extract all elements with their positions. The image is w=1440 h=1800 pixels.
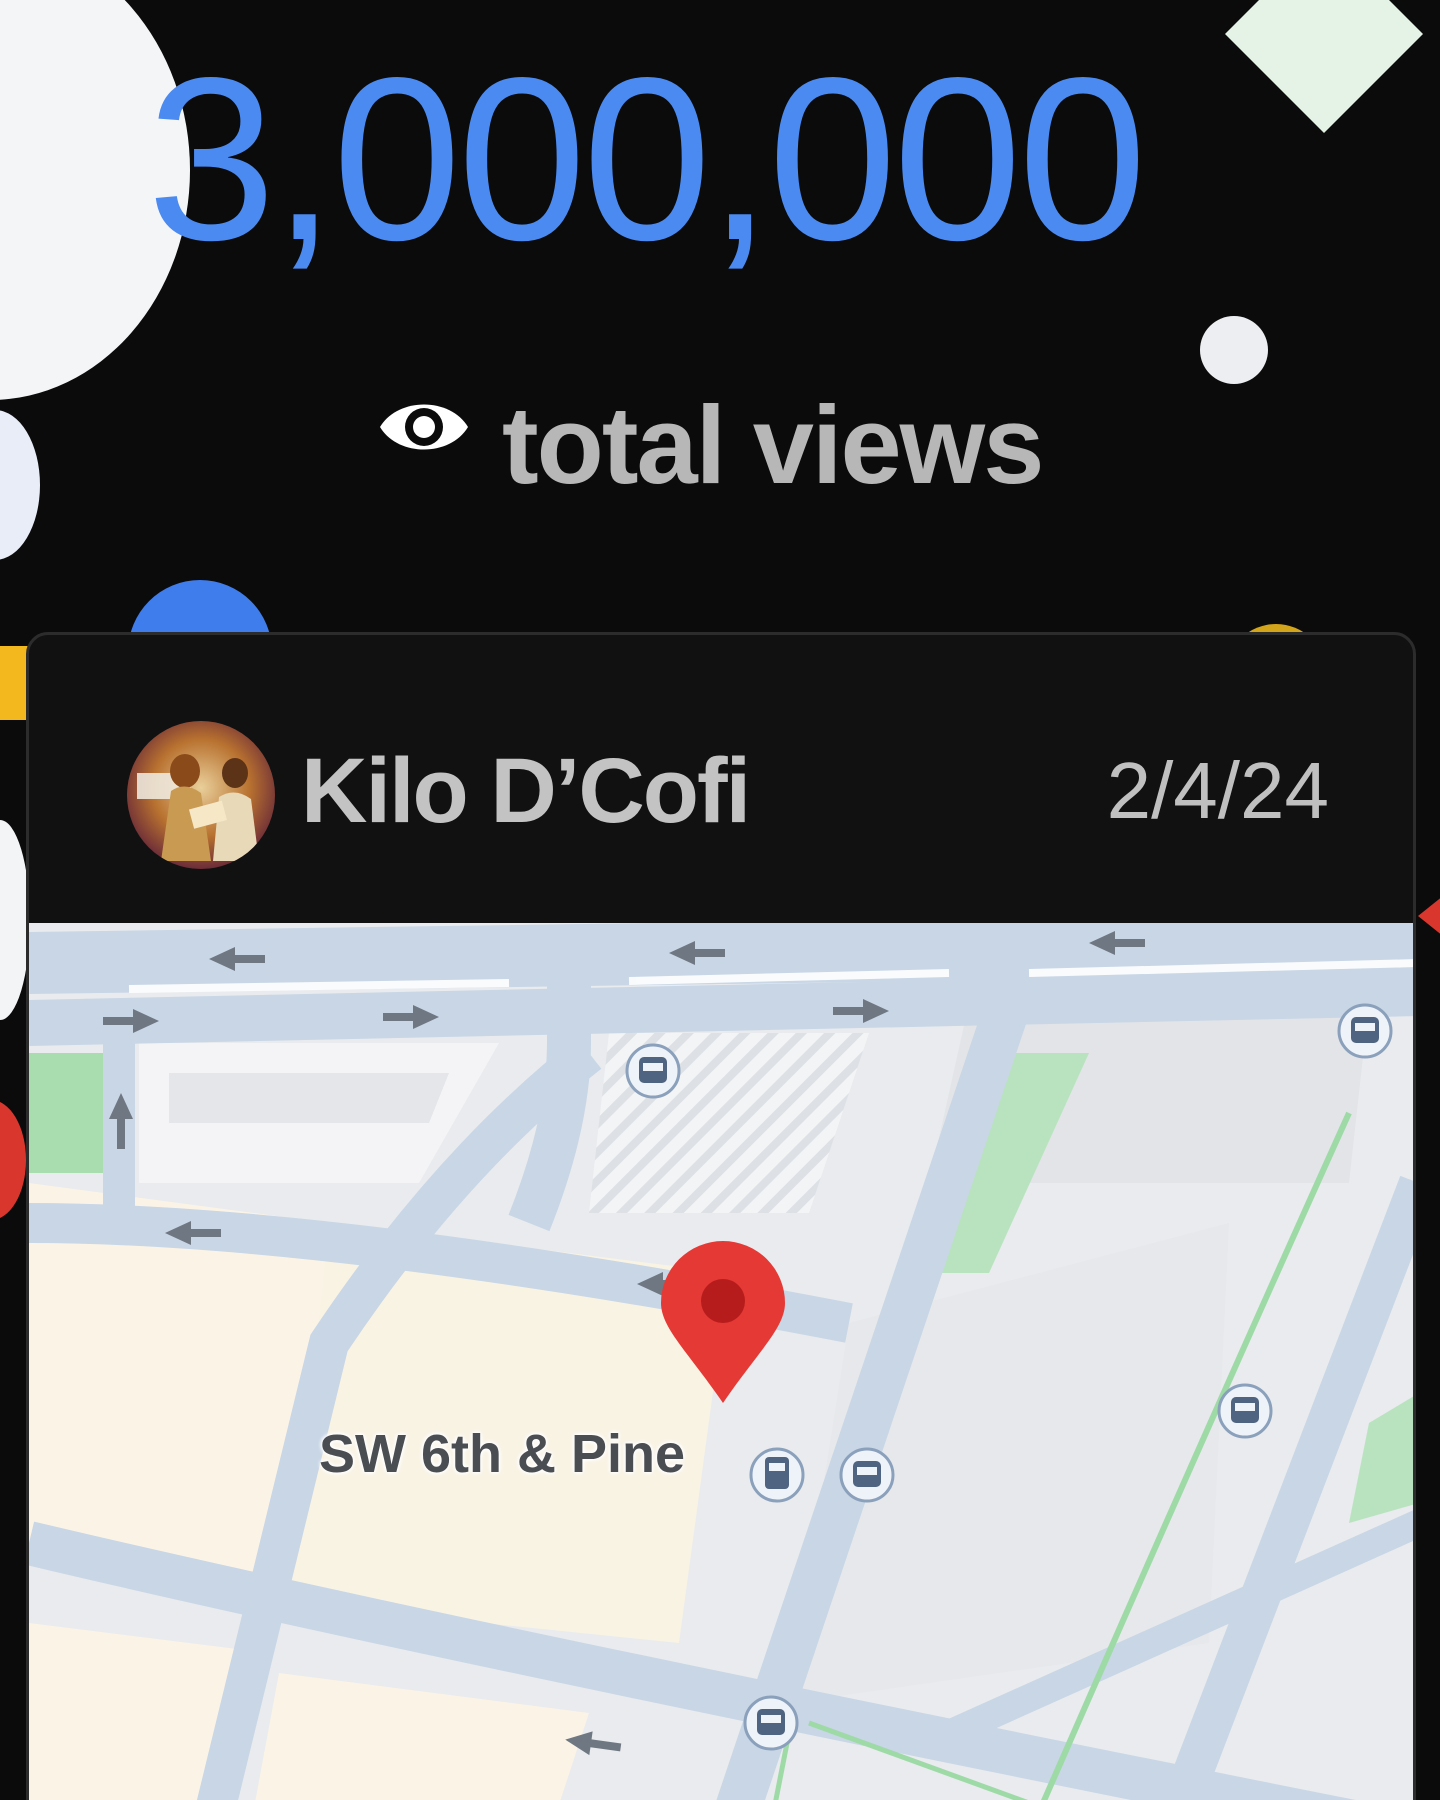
decorative-triangle — [1418, 892, 1440, 940]
decorative-circle — [0, 410, 40, 560]
story-screen: 3,000,000 total views Kilo D’Cofi 2/4/24… — [0, 0, 1440, 1800]
post-card[interactable]: Kilo D’Cofi 2/4/24 SW 6th & Pine — [26, 632, 1416, 1800]
total-views-label: total views — [502, 383, 1044, 507]
map-canvas — [29, 923, 1413, 1800]
post-date: 2/4/24 — [1106, 746, 1329, 835]
decorative-dot — [1200, 316, 1268, 384]
decorative-bar — [0, 646, 28, 720]
total-views-row: total views — [376, 380, 1044, 510]
map-view[interactable]: SW 6th & Pine — [29, 923, 1413, 1800]
avatar[interactable] — [127, 721, 275, 869]
eye-icon — [380, 404, 468, 450]
post-header: Kilo D’Cofi 2/4/24 — [29, 635, 1413, 923]
decorative-semicircle — [0, 1100, 26, 1220]
bus-stop-icon — [625, 1043, 681, 1099]
avatar-photo — [127, 721, 275, 869]
map-place-label[interactable]: SW 6th & Pine — [319, 1423, 685, 1485]
author-name[interactable]: Kilo D’Cofi — [301, 739, 751, 844]
total-views-count: 3,000,000 — [146, 30, 1147, 289]
